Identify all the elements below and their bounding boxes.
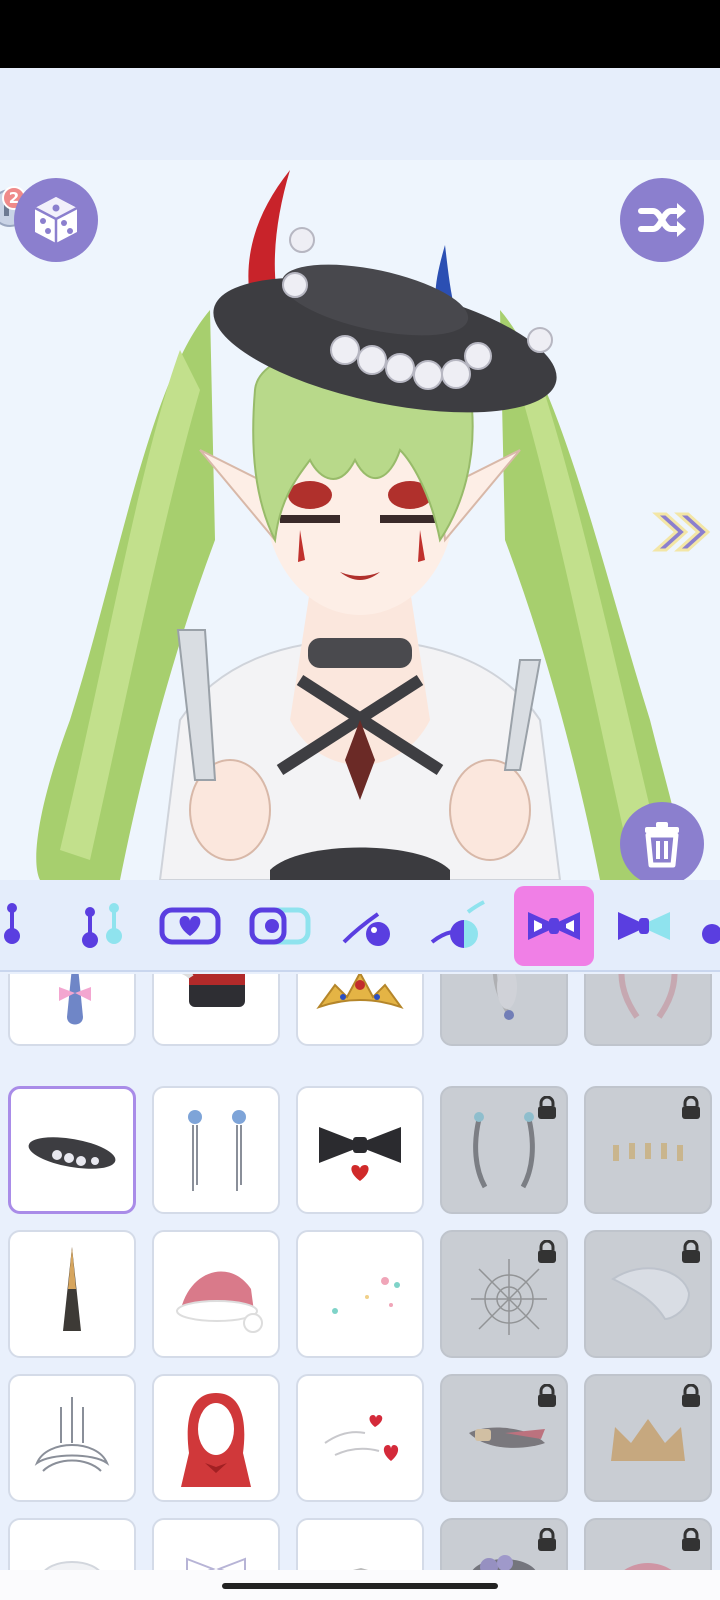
gold-tiara-image [316, 974, 404, 1009]
santa-hat-image [176, 1271, 263, 1333]
pink-feathers-item[interactable] [584, 974, 712, 1046]
lock-icon [538, 1384, 556, 1407]
tab-necklace-pendant[interactable] [330, 886, 410, 966]
flower-drop-earrings-item[interactable] [152, 1086, 280, 1214]
avatar-maker-screen: 2 [0, 0, 720, 1600]
white-cap-item[interactable] [8, 1518, 136, 1570]
marching-hat-image [181, 974, 245, 1007]
randomize-dice-button[interactable] [14, 178, 98, 262]
dice-icon [34, 197, 78, 243]
white-cap-image [44, 1561, 100, 1570]
shuffle-button[interactable] [620, 178, 704, 262]
white-ribbon-image [186, 1557, 246, 1570]
spider-web-item[interactable] [440, 1230, 568, 1358]
feather-earring-image [492, 974, 517, 1020]
purple-flower-hat-item[interactable] [440, 1518, 568, 1570]
shuffle-icon [638, 203, 686, 237]
items-grid [0, 974, 720, 1570]
choker-pair-icon [249, 907, 311, 945]
lock-icon [538, 1096, 556, 1119]
tab-bow-pair[interactable] [604, 886, 684, 966]
tab-choker-pair[interactable] [240, 886, 320, 966]
curved-hairpins-item[interactable] [440, 1086, 568, 1214]
pink-bow-horn-image [59, 974, 91, 1025]
black-boater-hat-item[interactable] [8, 1086, 136, 1214]
double-chevron-right-icon[interactable] [652, 510, 712, 554]
black-bow-heart-image [319, 1127, 401, 1181]
bow-accessory-icon [528, 912, 580, 940]
lock-icon [682, 1096, 700, 1119]
tab-bow-accessory[interactable] [514, 886, 594, 966]
spiral-horn-image [63, 1247, 81, 1331]
necklace-pendant-icon [342, 912, 390, 946]
trash-icon [645, 822, 679, 868]
small-accessory-item[interactable] [296, 1518, 424, 1570]
lock-icon [682, 1384, 700, 1407]
lock-icon [682, 1528, 700, 1551]
silver-headdress-image [34, 1397, 110, 1472]
gold-tiara-item[interactable] [296, 974, 424, 1046]
heart-stickers-image [324, 1415, 399, 1461]
black-boater-hat-image [28, 1137, 116, 1169]
flower-drop-earrings-image [188, 1110, 246, 1191]
status-bar [0, 0, 720, 68]
tab-necklace-pair[interactable] [420, 886, 500, 966]
tab-earring-single[interactable] [0, 886, 40, 966]
sparkle-dots-image [332, 1277, 400, 1314]
red-hood-image [181, 1393, 251, 1487]
white-beret-item[interactable] [584, 1230, 712, 1358]
gold-studs-item[interactable] [584, 1086, 712, 1214]
avatar-preview: 2 [0, 160, 720, 880]
marching-hat-item[interactable] [152, 974, 280, 1046]
lock-icon [538, 1528, 556, 1551]
earring-single-icon [4, 903, 20, 944]
home-indicator[interactable] [222, 1583, 498, 1589]
black-bow-heart-item[interactable] [296, 1086, 424, 1214]
pink-bow-horn-item[interactable] [8, 974, 136, 1046]
tab-earring-pair[interactable] [60, 886, 140, 966]
pink-feathers-image [618, 974, 678, 1019]
santa-hat-item[interactable] [152, 1230, 280, 1358]
heart-stickers-item[interactable] [296, 1374, 424, 1502]
silver-headdress-item[interactable] [8, 1374, 136, 1502]
choker-heart-icon [159, 907, 221, 945]
gold-crown-item[interactable] [584, 1374, 712, 1502]
delete-button[interactable] [620, 802, 704, 880]
sparkle-dots-item[interactable] [296, 1230, 424, 1358]
tab-more-category[interactable] [690, 886, 720, 966]
white-ribbon-item[interactable] [152, 1518, 280, 1570]
earring-pair-icon [82, 903, 122, 948]
category-tab-bar[interactable] [0, 880, 720, 972]
feather-earring-item[interactable] [440, 974, 568, 1046]
more-category-icon [702, 924, 720, 944]
tab-choker-heart[interactable] [150, 886, 230, 966]
necklace-pair-icon [430, 900, 485, 948]
red-hood-item[interactable] [152, 1374, 280, 1502]
spiral-horn-item[interactable] [8, 1230, 136, 1358]
lock-icon [538, 1240, 556, 1263]
lock-icon [682, 1240, 700, 1263]
feather-clip-item[interactable] [440, 1374, 568, 1502]
small-accessory-image [352, 1567, 369, 1570]
top-banner-area [0, 68, 720, 160]
bow-pair-icon [618, 912, 670, 940]
pink-hair-piece-item[interactable] [584, 1518, 712, 1570]
avatar-character [36, 170, 683, 880]
